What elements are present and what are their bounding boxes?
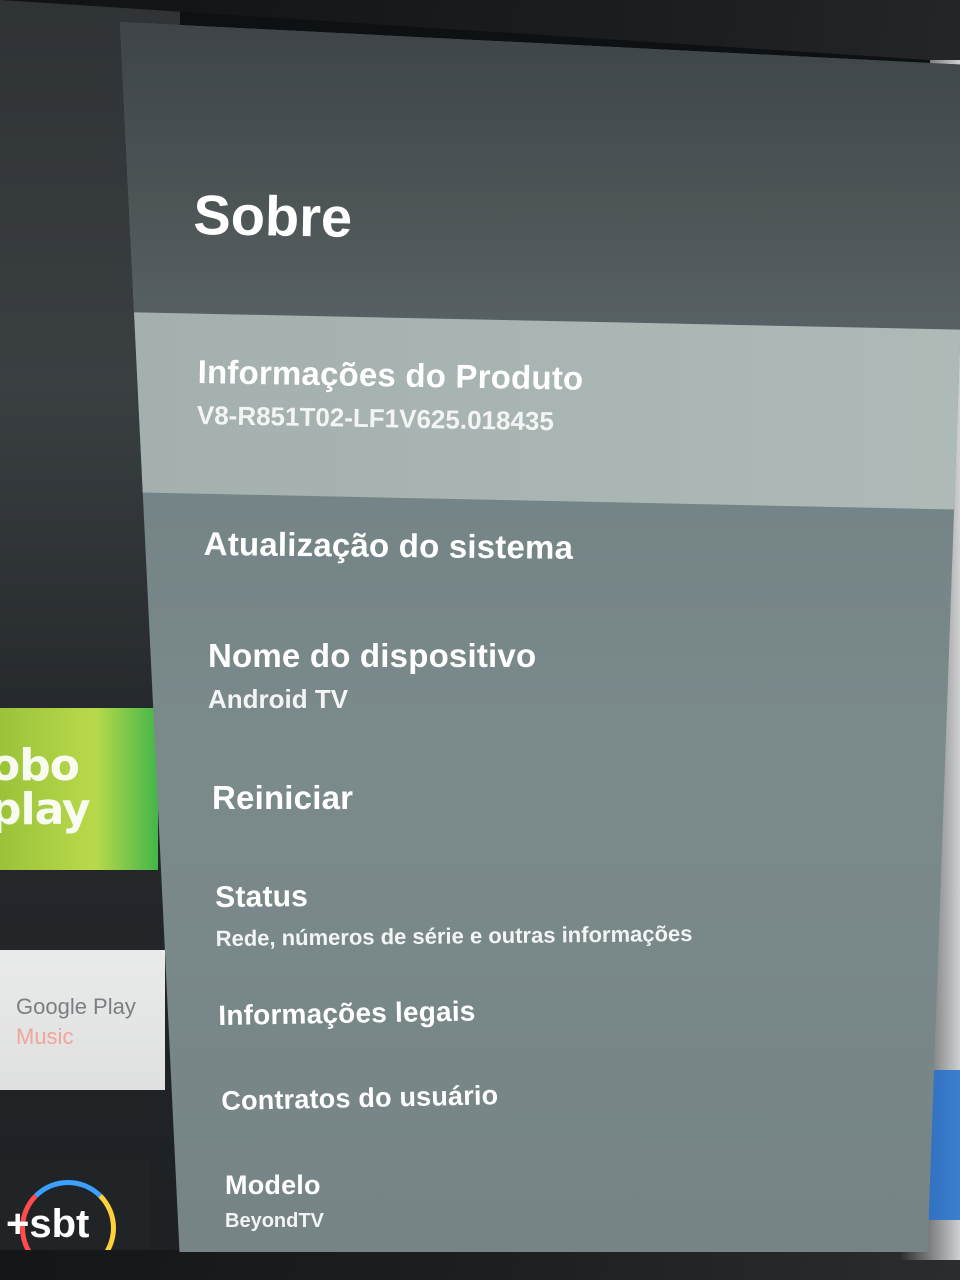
globoplay-logo: obo play bbox=[0, 740, 91, 835]
menu-item-label: Contratos do usuário bbox=[221, 1080, 499, 1116]
menu-item-label: Atualização do sistema bbox=[203, 524, 574, 566]
menu-item-label: Informações legais bbox=[218, 995, 476, 1031]
menu-item-device-name[interactable]: Nome do dispositivo Android TV bbox=[208, 636, 536, 716]
menu-item-label: Nome do dispositivo bbox=[208, 637, 537, 674]
tv-photo: obo play Google Play Music +sbt Sobre In… bbox=[0, 0, 960, 1280]
menu-item-model[interactable]: Modelo BeyondTV bbox=[225, 1168, 324, 1234]
sbt-logo: +sbt bbox=[6, 1202, 90, 1246]
menu-item-value: V8-R851T02-LF1V625.018435 bbox=[196, 399, 555, 437]
menu-item-system-update[interactable]: Atualização do sistema bbox=[204, 524, 574, 568]
menu-item-legal-info[interactable]: Informações legais bbox=[218, 994, 476, 1034]
google-play-music-subtitle: Music bbox=[16, 1024, 74, 1049]
settings-panel: Sobre Informações do Produto V8-R851T02-… bbox=[120, 22, 960, 1252]
menu-item-label: Status bbox=[215, 880, 309, 914]
menu-item-restart[interactable]: Reiniciar bbox=[212, 778, 353, 818]
menu-item-label: Informações do Produto bbox=[197, 352, 584, 397]
settings-panel-header bbox=[120, 22, 960, 332]
google-play-music-title: Google Play bbox=[16, 994, 136, 1019]
menu-item-label: Modelo bbox=[225, 1170, 321, 1200]
menu-item-value: Rede, números de série e outras informaç… bbox=[215, 921, 693, 951]
menu-item-label: Reiniciar bbox=[212, 779, 354, 816]
menu-item-status[interactable]: Status Rede, números de série e outras i… bbox=[215, 875, 693, 956]
menu-item-product-info[interactable]: Informações do Produto V8-R851T02-LF1V62… bbox=[197, 352, 584, 439]
page-title: Sobre bbox=[192, 182, 353, 249]
menu-item-value: BeyondTV bbox=[225, 1210, 324, 1232]
menu-item-value: Android TV bbox=[208, 684, 349, 714]
google-play-music-app-tile[interactable]: Google Play Music bbox=[0, 950, 165, 1090]
globoplay-app-tile[interactable]: obo play bbox=[0, 708, 158, 870]
menu-item-user-agreements[interactable]: Contratos do usuário bbox=[221, 1078, 499, 1118]
